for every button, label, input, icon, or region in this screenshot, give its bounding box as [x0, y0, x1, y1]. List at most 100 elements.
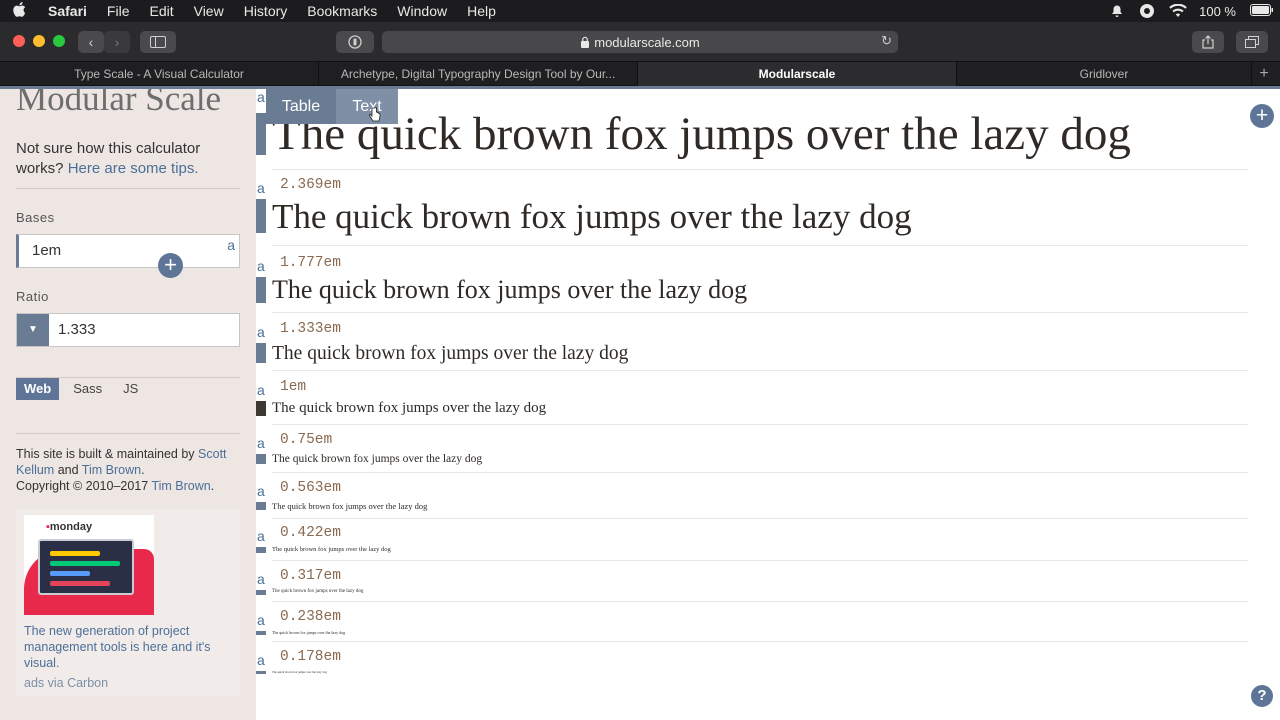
sample-text: The quick brown fox jumps over the lazy … [272, 501, 428, 511]
notification-icon[interactable] [1109, 4, 1125, 18]
chevron-down-icon[interactable]: ▼ [17, 314, 49, 346]
zoom-window-button[interactable] [53, 35, 65, 47]
tab-gridlover[interactable]: Gridlover [957, 62, 1252, 86]
sample-text: The quick brown fox jumps over the lazy … [272, 546, 391, 553]
step-divider [272, 424, 1248, 425]
lang-js[interactable]: JS [115, 378, 146, 400]
record-icon[interactable] [1139, 4, 1155, 18]
battery-icon[interactable] [1250, 4, 1273, 18]
tips-link[interactable]: Here are some tips. [68, 160, 199, 177]
tab-archetype[interactable]: Archetype, Digital Typography Design Too… [319, 62, 638, 86]
apple-icon[interactable] [0, 2, 38, 20]
step-bar [256, 277, 266, 303]
author-link-tim[interactable]: Tim Brown [82, 463, 141, 477]
plus-icon: + [1259, 64, 1269, 82]
ratio-label: Ratio [16, 289, 49, 304]
menu-file[interactable]: File [97, 3, 140, 19]
carbon-ad[interactable]: ▪monday The new generation of project ma… [16, 509, 240, 696]
tab-type-scale[interactable]: Type Scale - A Visual Calculator [0, 62, 319, 86]
ad-graphic-bar [50, 581, 110, 586]
step-marker: a [257, 528, 265, 544]
menu-bookmarks[interactable]: Bookmarks [297, 3, 387, 19]
step-marker: a [257, 652, 265, 668]
ad-via-link[interactable]: ads via Carbon [24, 676, 108, 690]
scale-step: a 0.422em The quick brown fox jumps over… [256, 525, 1256, 561]
bases-label: Bases [16, 210, 55, 225]
site-logo[interactable]: Modular Scale [16, 89, 221, 119]
help-button[interactable]: ? [1251, 685, 1273, 707]
url-text: modularscale.com [594, 34, 700, 50]
new-tab-button[interactable]: + [1252, 62, 1276, 85]
menu-view[interactable]: View [184, 3, 234, 19]
tab-bar: Type Scale - A Visual Calculator Archety… [0, 62, 1280, 86]
sample-text: The quick brown fox jumps over the lazy … [272, 670, 327, 674]
menu-history[interactable]: History [234, 3, 298, 19]
credits: This site is built & maintained by Scott… [16, 446, 240, 494]
step-divider [272, 472, 1248, 473]
laptop-image [38, 539, 134, 595]
step-em: 0.422em [280, 525, 341, 541]
ratio-select[interactable]: ▼ 1.333 [16, 313, 240, 347]
minimize-window-button[interactable] [33, 35, 45, 47]
step-em: 0.563em [280, 480, 341, 496]
step-bar [256, 343, 266, 363]
step-marker: a [257, 180, 265, 196]
copyright-link-tim[interactable]: Tim Brown [151, 479, 210, 493]
step-divider [272, 641, 1248, 642]
privacy-report-button[interactable] [336, 31, 374, 53]
menu-app-safari[interactable]: Safari [38, 3, 97, 19]
add-base-button[interactable]: + [158, 253, 183, 278]
step-bar [256, 454, 266, 464]
ad-logo: ▪monday [46, 521, 93, 533]
ad-graphic-bar [50, 551, 100, 556]
step-bar [256, 502, 266, 510]
menu-edit[interactable]: Edit [139, 3, 183, 19]
address-bar[interactable]: modularscale.com ↻ [382, 31, 898, 53]
add-step-button[interactable]: + [1250, 104, 1274, 128]
step-divider [272, 312, 1248, 313]
tab-table[interactable]: Table [266, 89, 336, 124]
lang-sass[interactable]: Sass [65, 378, 110, 400]
sidebar-toggle-button[interactable] [140, 31, 176, 53]
share-button[interactable] [1192, 31, 1224, 53]
reload-icon[interactable]: ↻ [881, 33, 892, 49]
step-em: 1.333em [280, 321, 341, 337]
base-input[interactable]: 1em a [16, 234, 240, 268]
tab-overview-button[interactable] [1236, 31, 1268, 53]
step-bar [256, 113, 266, 155]
step-em: 2.369em [280, 177, 341, 193]
step-divider [272, 169, 1248, 170]
copyright-period: . [210, 479, 215, 493]
step-marker: a [257, 324, 265, 340]
main-content: a The quick brown fox jumps over the laz… [256, 89, 1280, 720]
scale-step: a 1em The quick brown fox jumps over the… [256, 379, 1256, 425]
forward-button[interactable]: › [104, 31, 130, 53]
menu-window[interactable]: Window [387, 3, 457, 19]
ad-image[interactable]: ▪monday [24, 515, 154, 615]
scale-step: a 0.75em The quick brown fox jumps over … [256, 432, 1256, 473]
credits-period: . [141, 463, 145, 477]
base-value: 1em [32, 242, 62, 259]
back-button[interactable]: ‹ [78, 31, 104, 53]
lang-web[interactable]: Web [16, 378, 60, 400]
ad-graphic-bar [50, 561, 120, 566]
divider [16, 188, 240, 189]
tab-modularscale[interactable]: Modularscale [638, 62, 957, 86]
sample-text: The quick brown fox jumps over the lazy … [272, 275, 748, 304]
menu-help[interactable]: Help [457, 3, 506, 19]
menu-bar: Safari File Edit View History Bookmarks … [0, 0, 1280, 22]
mouse-cursor-icon [368, 107, 381, 128]
ad-text[interactable]: The new generation of project management… [24, 623, 234, 671]
step-marker: a [257, 612, 265, 628]
step-em: 0.75em [280, 432, 333, 448]
step-marker: a [257, 258, 265, 274]
close-window-button[interactable] [13, 35, 25, 47]
step-divider [272, 245, 1248, 246]
ad-graphic-bar [50, 571, 90, 576]
wifi-icon[interactable] [1169, 3, 1187, 18]
ratio-value: 1.333 [58, 321, 96, 338]
step-em: 1em [280, 379, 307, 395]
tab-text[interactable]: Text [336, 89, 398, 124]
step-em: 0.238em [280, 609, 341, 625]
scale-step: a 0.317em The quick brown fox jumps over… [256, 568, 1256, 602]
